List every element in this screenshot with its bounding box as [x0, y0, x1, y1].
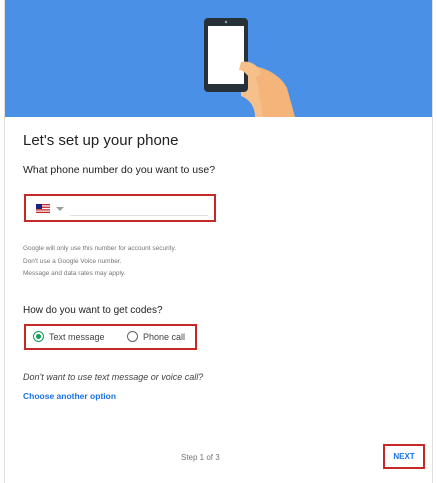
radio-selected-icon[interactable] [33, 331, 44, 342]
next-button[interactable]: NEXT [385, 446, 423, 467]
radio-unselected-icon[interactable] [127, 331, 138, 342]
phone-number-input[interactable] [70, 200, 208, 216]
header-banner [5, 0, 432, 117]
radio-label: Text message [49, 331, 105, 342]
code-method-group: Text message Phone call [24, 324, 197, 350]
radio-option-phone-call[interactable]: Phone call [127, 331, 185, 342]
input-underline [70, 215, 208, 216]
us-flag-icon[interactable] [36, 204, 50, 213]
choose-another-option-link[interactable]: Choose another option [23, 391, 116, 401]
chevron-down-icon[interactable] [56, 207, 64, 211]
info-line: Message and data rates may apply. [23, 270, 126, 277]
info-text: Google will only use this number for acc… [23, 243, 176, 281]
radio-label: Phone call [143, 331, 186, 342]
alternative-question: Don't want to use text message or voice … [23, 372, 204, 382]
radio-option-text-message[interactable]: Text message [33, 331, 105, 342]
hand-holding-phone-illustration [204, 18, 295, 117]
phone-question: What phone number do you want to use? [23, 164, 216, 176]
setup-card: Let's set up your phone What phone numbe… [4, 0, 433, 483]
phone-number-field-highlight [24, 194, 216, 222]
info-line: Don't use a Google Voice number. [23, 257, 122, 265]
page-title: Let's set up your phone [23, 132, 179, 149]
codes-question: How do you want to get codes? [23, 305, 163, 316]
info-line: Google will only use this number for acc… [23, 245, 177, 252]
step-indicator: Step 1 of 3 [181, 453, 220, 462]
next-button-highlight: NEXT [383, 444, 425, 469]
